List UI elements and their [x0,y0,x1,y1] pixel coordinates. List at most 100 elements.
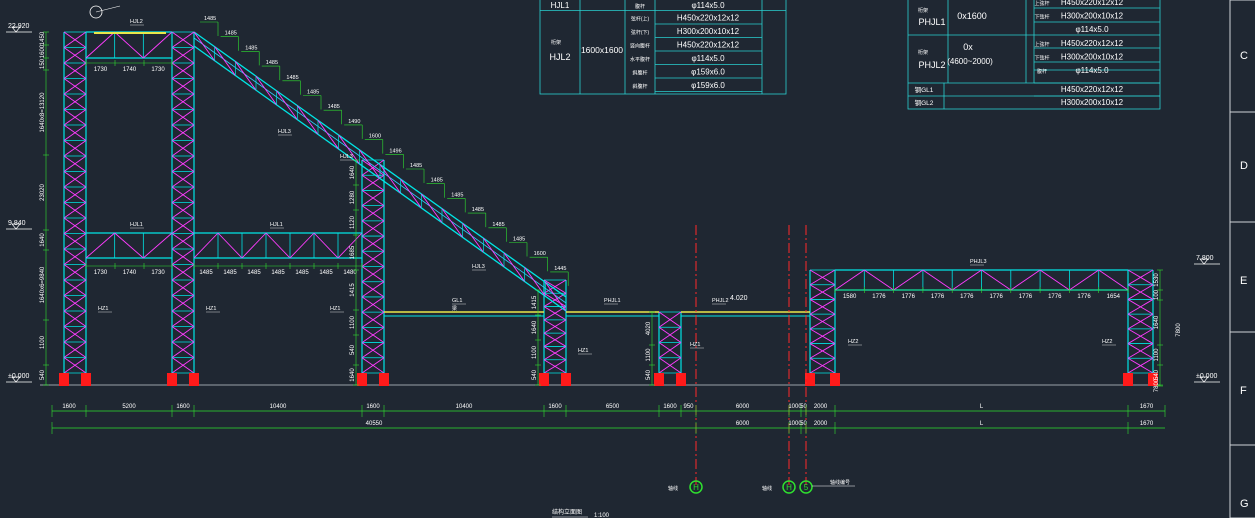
label-phjl2: PHJL2 [712,298,729,304]
dim-col4-vert: 1415 [532,295,538,309]
table-left-size: 1600x1600 [581,45,623,55]
dim-mid-truss-b: 1485 [199,270,213,276]
table-left-spec: φ114x5.0 [691,54,725,63]
grid-letter-g: G [1240,498,1249,510]
dim-right-truss: 1776 [872,294,886,300]
dim-bay: 50 [800,404,807,410]
dim-col4-vert: 1640 [532,320,538,334]
stair-dim: 1485 [410,163,422,169]
dim-col3-vert: 540 [350,344,356,355]
grid-letter-e: E [1240,275,1248,287]
dim-col3-vert: 1415 [350,283,356,297]
dim-left-vert: 540 [40,369,46,380]
stair-dim: 1485 [513,237,525,243]
label-truss-mid-b: HJL1 [270,222,283,228]
dim-mid-truss-b: 1480 [343,270,357,276]
column-base [539,373,549,386]
axis-label-hc: 5 [804,483,809,492]
table-left-spec: φ114x5.0 [691,1,725,10]
dim-bay: 10400 [456,404,473,410]
label-col-2: HZ1 [206,306,216,312]
table-right-spec: φ114x5.0 [1075,66,1109,75]
table-right-size2-phjl2: (4600~2000) [947,57,993,66]
dim-col4-vert: 1100 [532,345,538,359]
column-base [830,373,840,386]
label-col-6: HZ2 [848,339,858,345]
axis-label-hb: H [786,483,792,492]
stair-dim: 1485 [225,31,237,37]
column-base [654,373,664,386]
dim-left-vert: 1640x8=13120 [40,92,46,133]
table-left-part: 弦杆(下) [631,29,650,36]
table-left-part: 竖向腹杆 [630,43,650,50]
table-left-spec: H450x220x12x12 [677,14,740,23]
table-right-type: 桁架 [918,7,928,14]
dim-left-vert: 1640x6=9840 [40,266,46,303]
column-base [59,373,69,386]
dim-bay: 1600 [548,404,562,410]
stair-dim: 1600 [534,251,546,257]
dim-bay: 950 [683,404,694,410]
elevation-right: 7.800 [1196,255,1214,262]
table-right-part: 下弦杆 [1034,55,1049,62]
table-left-spec: φ159x6.0 [691,81,725,90]
column-base [81,373,91,386]
dim-top-truss: 1740 [123,67,137,73]
table-right-type: 桁架 [918,49,928,56]
dim-bay: 5200 [122,404,136,410]
dim-total: 50 [800,421,807,427]
label-stair-1: HJL3 [278,129,291,135]
dim-total: 2000 [814,421,828,427]
label-gl1-sub: 梁 [452,305,457,312]
table-right-gl1-spec: H450x220x12x12 [1061,85,1124,94]
dim-col3-vert: 1120 [350,215,356,229]
dim-right-truss: 1776 [931,294,945,300]
stair-dim: 1496 [389,148,401,154]
table-left-spec: H300x200x10x12 [677,27,740,36]
dim-left-vert: 150 [40,58,46,69]
column-base [167,373,177,386]
table-right-size-phjl2: 0x [963,42,973,52]
dim-col3-vert: 1100 [350,315,356,329]
dim-bay: 1600 [366,404,380,410]
table-right-spec: H450x220x12x12 [1061,0,1124,7]
dim-bay: 1670 [1140,404,1154,410]
grid-letter-c: C [1240,50,1248,62]
dim-right-vert: 1530 [1154,273,1160,287]
dim-mid-truss-b: 1485 [271,270,285,276]
dim-left-vert: 1100 [40,335,46,349]
dim-bay: 2000 [814,404,828,410]
dim-total: 40550 [366,421,383,427]
label-truss-mid-a: HJL1 [130,222,143,228]
table-left-part: 斜腹杆 [632,83,647,90]
dim-mid-truss-b: 1485 [295,270,309,276]
grid-letter-f: F [1240,385,1247,397]
table-right-gl2-spec: H300x200x10x12 [1061,98,1124,107]
elevation-ground: ±0.000 [8,373,29,380]
dim-col4-vert: 540 [532,369,538,380]
dim-right-truss: 1776 [989,294,1003,300]
column-base [676,373,686,386]
table-left-spec: φ159x6.0 [691,68,725,77]
elevation-ground-right: ±0.000 [1196,373,1217,380]
dim-top-truss: 1730 [94,67,108,73]
dim-bay: 1600 [176,404,190,410]
column-base [357,373,367,386]
dim-total: 6000 [736,421,750,427]
table-right-part: 上弦杆 [1034,41,1049,48]
dim-bay: 1600 [62,404,76,410]
axis-tag: 轴线 [668,485,678,492]
elevation-top: 22.920 [8,23,30,30]
dim-col5-vert: 540 [646,369,652,380]
label-phjl1: PHJL1 [604,298,621,304]
dim-right-truss: 1776 [960,294,974,300]
dim-col3-vert: 1640 [350,165,356,179]
table-right-code-phjl2: PHJL2 [918,60,945,70]
stair-dim: 1485 [245,45,257,51]
table-right-spec: H300x200x10x12 [1061,12,1124,21]
column-base [561,373,571,386]
dim-bay: 10400 [270,404,287,410]
dim-left-vert: 23020 [40,183,46,200]
dim-left-vert: 1640 [40,233,46,247]
label-col-1: HZ1 [98,306,108,312]
